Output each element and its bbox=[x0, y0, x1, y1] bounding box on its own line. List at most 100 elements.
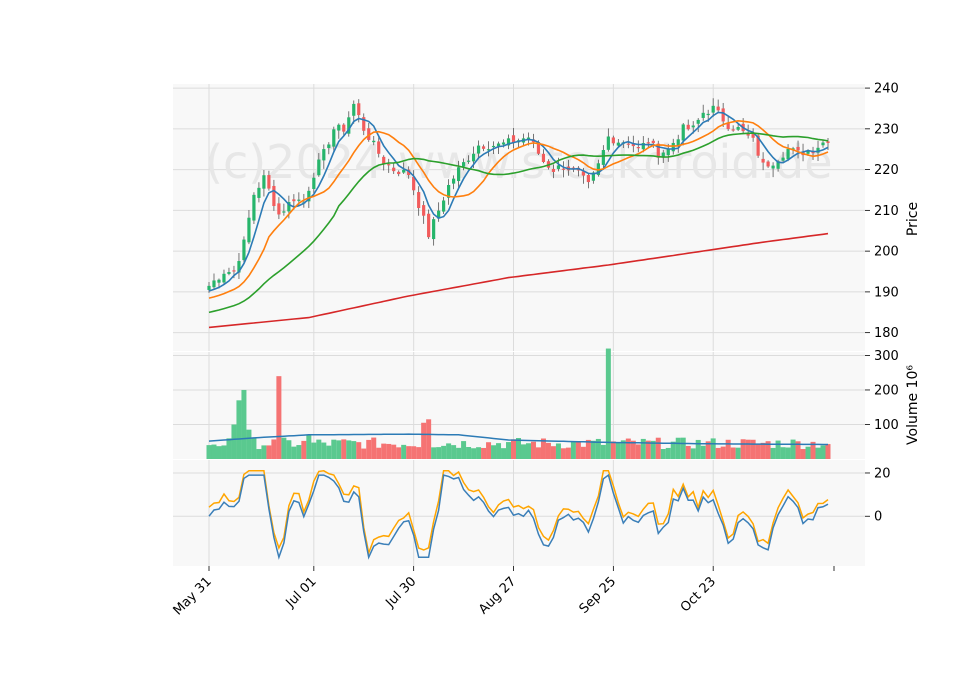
candle bbox=[212, 280, 216, 288]
volume-bar bbox=[665, 447, 671, 459]
volume-bar bbox=[451, 445, 457, 459]
volume-bar bbox=[820, 445, 826, 459]
volume-bar bbox=[600, 444, 606, 459]
y-tick-label: 180 bbox=[874, 326, 899, 341]
volume-bar bbox=[610, 441, 616, 459]
volume-bar bbox=[750, 439, 756, 459]
volume-bar bbox=[491, 445, 497, 459]
volume-bar bbox=[525, 443, 531, 459]
volume-bar bbox=[625, 438, 631, 459]
volume-bar bbox=[755, 443, 761, 459]
candle bbox=[442, 200, 446, 212]
candle bbox=[317, 159, 321, 176]
volume-bar bbox=[555, 443, 561, 459]
candle bbox=[721, 108, 725, 122]
candle bbox=[586, 174, 590, 183]
candle bbox=[392, 167, 396, 172]
candle bbox=[686, 124, 690, 130]
candle bbox=[556, 165, 561, 169]
volume-bar bbox=[715, 447, 721, 459]
volume-bar bbox=[565, 447, 571, 459]
volume-bar bbox=[286, 440, 292, 459]
volume-bar bbox=[466, 447, 472, 459]
candle bbox=[781, 157, 785, 161]
volume-bar bbox=[680, 437, 686, 459]
y-tick-label: 300 bbox=[874, 349, 899, 364]
candle bbox=[671, 142, 675, 152]
candle bbox=[252, 194, 256, 221]
x-tick-label: May 31 bbox=[171, 574, 215, 618]
candle bbox=[282, 211, 286, 213]
volume-bar bbox=[406, 446, 412, 459]
volume-bar bbox=[291, 446, 297, 459]
volume-bar bbox=[446, 443, 452, 459]
x-axis-ticks: May 31 Jul 01 Jul 30 Aug 27 Sep 25 Oct 23 bbox=[171, 566, 835, 618]
volume-bar bbox=[720, 446, 726, 459]
volume-bar bbox=[231, 424, 237, 459]
volume-bar bbox=[326, 445, 332, 459]
candle bbox=[826, 141, 830, 143]
volume-bar bbox=[331, 439, 337, 459]
volume-bar bbox=[431, 447, 437, 459]
candle bbox=[751, 134, 755, 138]
volume-bar bbox=[441, 445, 447, 459]
volume-bar bbox=[401, 444, 407, 459]
candle bbox=[551, 168, 556, 172]
volume-bar bbox=[476, 447, 482, 459]
volume-bar bbox=[436, 447, 442, 459]
volume-bar bbox=[276, 376, 282, 459]
x-tick-label: Jul 30 bbox=[382, 574, 419, 611]
candle bbox=[796, 146, 800, 151]
volume-bar bbox=[256, 449, 262, 459]
volume-bar bbox=[670, 441, 676, 459]
volume-bar bbox=[241, 389, 247, 459]
candle bbox=[636, 147, 640, 149]
candle bbox=[272, 185, 276, 207]
candle bbox=[461, 162, 466, 167]
volume-bar bbox=[506, 442, 512, 459]
volume-bar bbox=[411, 446, 417, 459]
volume-bar bbox=[550, 446, 556, 459]
volume-bar bbox=[216, 446, 222, 459]
candle bbox=[611, 137, 615, 144]
volume-bar bbox=[381, 443, 387, 459]
candle bbox=[277, 203, 281, 215]
candle bbox=[207, 285, 211, 290]
candle bbox=[771, 165, 775, 169]
y-axis-ticks: 180 190 200 210 220 230 240 100 200 300 0 20 bbox=[865, 82, 899, 525]
volume-bar bbox=[341, 439, 347, 459]
volume-bar bbox=[461, 441, 467, 459]
candle bbox=[247, 217, 251, 243]
candle bbox=[481, 146, 486, 149]
candle bbox=[766, 161, 770, 167]
candle bbox=[382, 156, 386, 164]
candle bbox=[262, 175, 266, 189]
candle bbox=[716, 106, 720, 111]
y-tick-label: 240 bbox=[874, 82, 899, 97]
candle bbox=[342, 124, 346, 132]
candle bbox=[541, 153, 546, 162]
volume-bar bbox=[530, 441, 536, 459]
candle bbox=[821, 142, 825, 146]
volume-bar bbox=[281, 437, 287, 459]
volume-bar bbox=[336, 440, 342, 459]
candle bbox=[372, 140, 376, 143]
volume-bar bbox=[635, 444, 641, 459]
candle bbox=[222, 273, 226, 283]
volume-bar bbox=[251, 438, 257, 459]
candle bbox=[297, 199, 301, 201]
volume-bar bbox=[426, 419, 432, 459]
volume-bar bbox=[311, 442, 317, 459]
volume-bar bbox=[560, 448, 566, 459]
volume-bar bbox=[516, 437, 521, 459]
candle bbox=[322, 149, 326, 161]
volume-bar bbox=[815, 447, 821, 459]
candle bbox=[691, 125, 695, 128]
volume-bar bbox=[745, 439, 751, 459]
volume-bar bbox=[211, 444, 217, 459]
volume-bar bbox=[361, 448, 367, 459]
candle bbox=[561, 168, 566, 170]
volume-bar bbox=[266, 445, 272, 459]
candle bbox=[402, 169, 406, 173]
volume-bar bbox=[301, 440, 307, 459]
